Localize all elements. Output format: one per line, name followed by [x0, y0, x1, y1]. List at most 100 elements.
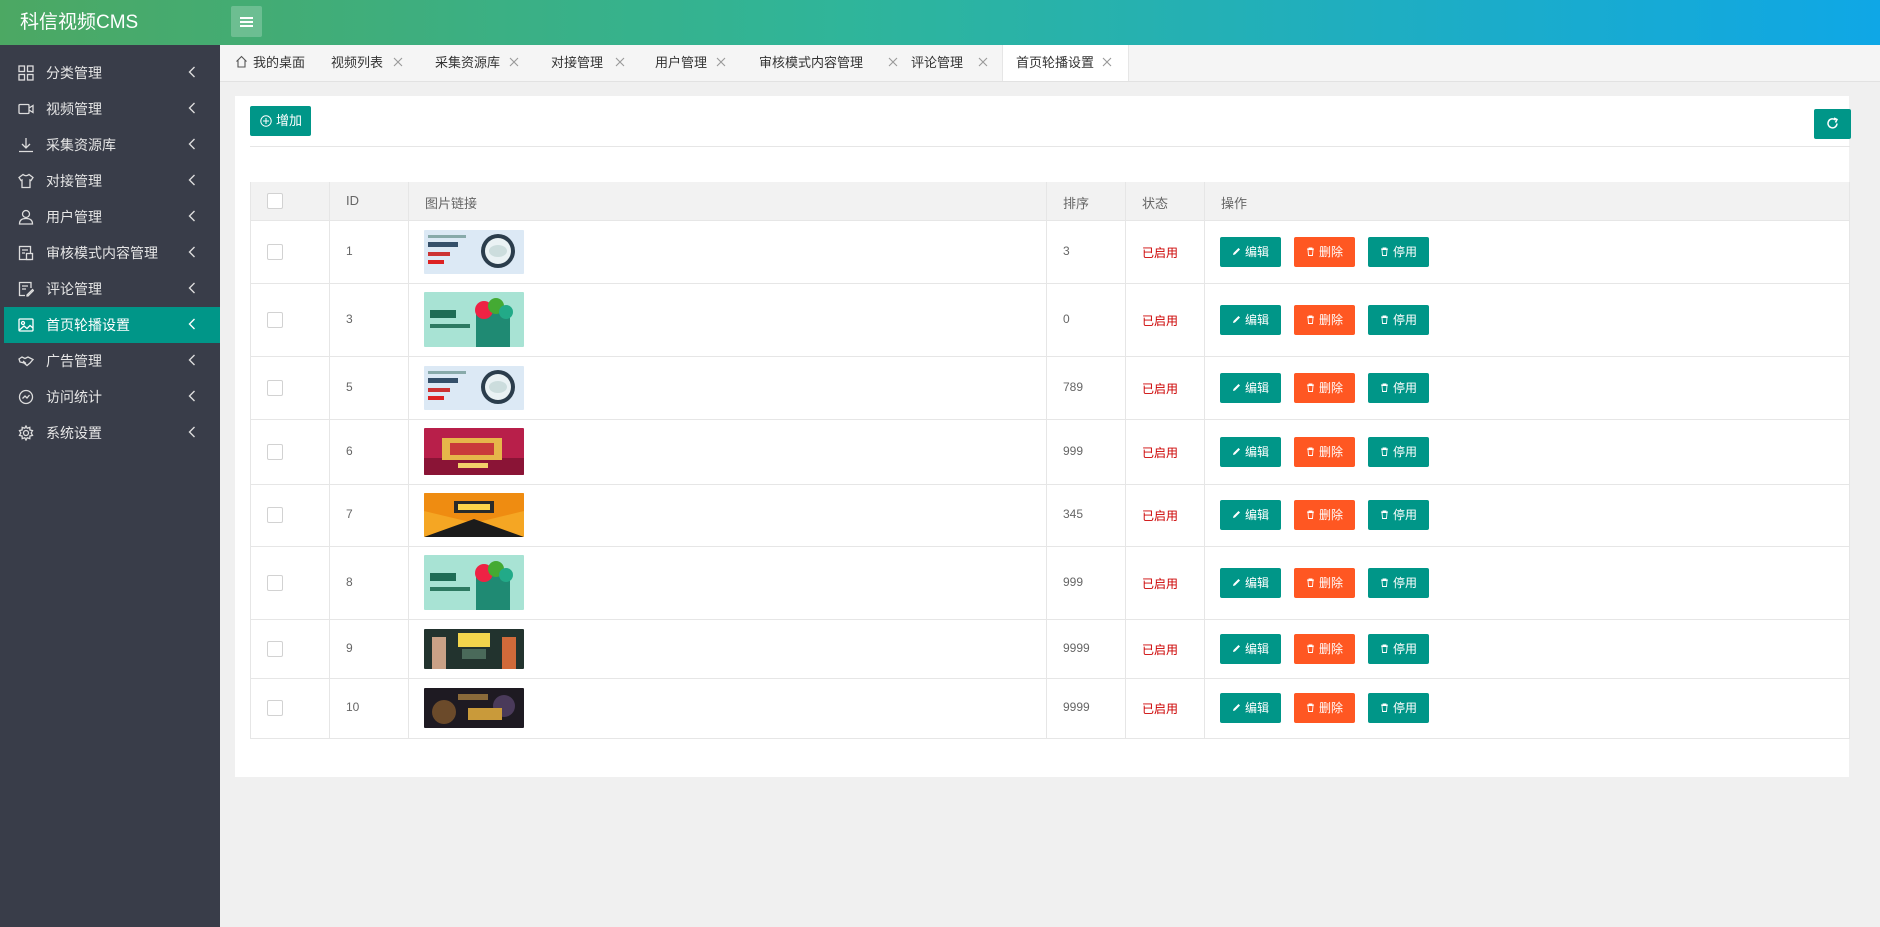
- edit-icon: [1233, 316, 1240, 323]
- status-badge: 已启用: [1142, 509, 1179, 523]
- delete-button[interactable]: 删除: [1294, 693, 1355, 723]
- top-header: 科信视频CMS: [0, 0, 1880, 45]
- close-icon[interactable]: [393, 57, 403, 67]
- sidebar-item-comments[interactable]: 评论管理: [0, 271, 220, 307]
- table-row: 5 789 已启用 编辑 删除 停用: [250, 356, 1850, 420]
- banner-thumbnail[interactable]: [424, 292, 524, 347]
- chevron-left-icon: [188, 282, 195, 294]
- close-icon[interactable]: [1102, 57, 1112, 67]
- edit-button[interactable]: 编辑: [1220, 693, 1281, 723]
- row-sort: 789: [1063, 380, 1084, 394]
- disable-button-label: 停用: [1393, 445, 1418, 459]
- comment-edit-icon: [18, 281, 34, 297]
- close-icon[interactable]: [888, 57, 898, 67]
- edit-button[interactable]: 编辑: [1220, 237, 1281, 267]
- banner-thumbnail[interactable]: [424, 493, 524, 537]
- delete-button[interactable]: 删除: [1294, 237, 1355, 267]
- close-icon[interactable]: [615, 57, 625, 67]
- tab-label: 评论管理: [911, 55, 964, 70]
- disable-button[interactable]: 停用: [1368, 373, 1429, 403]
- banner-thumbnail[interactable]: [424, 629, 524, 669]
- edit-button[interactable]: 编辑: [1220, 568, 1281, 598]
- sidebar-item-collect[interactable]: 采集资源库: [0, 127, 220, 163]
- select-all-checkbox[interactable]: [267, 193, 283, 209]
- tab-users[interactable]: 用户管理: [655, 45, 735, 81]
- row-checkbox[interactable]: [267, 507, 283, 523]
- sidebar-item-label: 对接管理: [46, 173, 102, 189]
- sidebar-item-docking[interactable]: 对接管理: [0, 163, 220, 199]
- tab-audit[interactable]: 审核模式内容管理: [759, 45, 899, 81]
- row-checkbox[interactable]: [267, 700, 283, 716]
- row-checkbox[interactable]: [267, 312, 283, 328]
- delete-button-label: 删除: [1319, 313, 1344, 327]
- menu-toggle-button[interactable]: [231, 6, 262, 37]
- tab-docking[interactable]: 对接管理: [551, 45, 631, 81]
- app-logo: 科信视频CMS: [20, 12, 139, 33]
- disable-button-label: 停用: [1393, 245, 1418, 259]
- row-sort: 999: [1063, 575, 1084, 589]
- delete-button-label: 删除: [1319, 642, 1344, 656]
- banner-thumbnail[interactable]: [424, 555, 524, 610]
- add-button[interactable]: 增加: [250, 106, 311, 136]
- trash-icon: [1381, 247, 1388, 256]
- refresh-button[interactable]: [1814, 109, 1851, 139]
- disable-button[interactable]: 停用: [1368, 568, 1429, 598]
- delete-button[interactable]: 删除: [1294, 568, 1355, 598]
- edit-button[interactable]: 编辑: [1220, 437, 1281, 467]
- row-checkbox[interactable]: [267, 444, 283, 460]
- banner-thumbnail[interactable]: [424, 366, 524, 410]
- delete-button[interactable]: 删除: [1294, 305, 1355, 335]
- disable-button[interactable]: 停用: [1368, 634, 1429, 664]
- sidebar-item-audit[interactable]: 审核模式内容管理: [0, 235, 220, 271]
- edit-button-label: 编辑: [1245, 381, 1270, 395]
- delete-button[interactable]: 删除: [1294, 437, 1355, 467]
- row-id: 9: [346, 641, 353, 655]
- banner-thumbnail[interactable]: [424, 428, 524, 475]
- trash-icon: [1381, 703, 1388, 712]
- trash-icon: [1307, 578, 1314, 587]
- sidebar-item-stats[interactable]: 访问统计: [0, 379, 220, 415]
- sidebar-item-users[interactable]: 用户管理: [0, 199, 220, 235]
- disable-button[interactable]: 停用: [1368, 305, 1429, 335]
- row-checkbox[interactable]: [267, 244, 283, 260]
- close-icon[interactable]: [509, 57, 519, 67]
- tab-video-list[interactable]: 视频列表: [331, 45, 411, 81]
- sidebar-item-video[interactable]: 视频管理: [0, 91, 220, 127]
- edit-button[interactable]: 编辑: [1220, 305, 1281, 335]
- disable-button[interactable]: 停用: [1368, 500, 1429, 530]
- disable-button[interactable]: 停用: [1368, 437, 1429, 467]
- edit-button[interactable]: 编辑: [1220, 634, 1281, 664]
- tab-label: 审核模式内容管理: [759, 55, 864, 70]
- close-icon[interactable]: [716, 57, 726, 67]
- close-icon[interactable]: [978, 57, 988, 67]
- delete-button-label: 删除: [1319, 245, 1344, 259]
- sidebar-item-ads[interactable]: 广告管理: [0, 343, 220, 379]
- status-badge: 已启用: [1142, 643, 1179, 657]
- delete-button[interactable]: 删除: [1294, 373, 1355, 403]
- disable-button[interactable]: 停用: [1368, 237, 1429, 267]
- delete-button[interactable]: 删除: [1294, 634, 1355, 664]
- banner-thumbnail[interactable]: [424, 688, 524, 728]
- banner-thumbnail[interactable]: [424, 230, 524, 274]
- row-checkbox[interactable]: [267, 575, 283, 591]
- delete-button-label: 删除: [1319, 381, 1344, 395]
- sidebar-item-label: 分类管理: [46, 65, 102, 81]
- sidebar-item-banner[interactable]: 首页轮播设置: [4, 307, 220, 343]
- delete-button-label: 删除: [1319, 576, 1344, 590]
- edit-button[interactable]: 编辑: [1220, 373, 1281, 403]
- row-checkbox[interactable]: [267, 641, 283, 657]
- edit-button-label: 编辑: [1245, 642, 1270, 656]
- edit-button[interactable]: 编辑: [1220, 500, 1281, 530]
- disable-button[interactable]: 停用: [1368, 693, 1429, 723]
- download-icon: [19, 138, 33, 153]
- plus-circle-icon: [260, 115, 272, 127]
- tab-comments[interactable]: 评论管理: [911, 45, 991, 81]
- tab-banner[interactable]: 首页轮播设置: [1002, 45, 1129, 81]
- tab-collect[interactable]: 采集资源库: [435, 45, 531, 81]
- tab-desktop[interactable]: 我的桌面: [235, 45, 311, 81]
- sidebar-item-label: 用户管理: [46, 209, 102, 225]
- sidebar-item-settings[interactable]: 系统设置: [0, 415, 220, 451]
- row-checkbox[interactable]: [267, 380, 283, 396]
- delete-button[interactable]: 删除: [1294, 500, 1355, 530]
- sidebar-item-category[interactable]: 分类管理: [0, 55, 220, 91]
